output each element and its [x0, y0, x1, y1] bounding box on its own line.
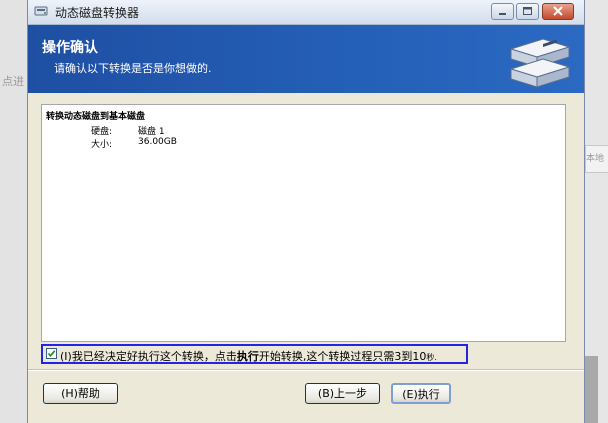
size-label: 大小: — [91, 140, 113, 150]
disk-value: 磁盘 1 — [138, 127, 165, 137]
confirm-label: (I)我已经决定好执行这个转换，点击执行开始转换,这个转换过程只需3到10秒. — [60, 348, 437, 364]
hard-disk-icon — [509, 38, 571, 88]
dialog-window: 动态磁盘转换器 操作确认 请确认以下转换是否是你想做的. 转换动态磁盘到基本磁盘… — [27, 0, 585, 423]
checkmark-icon — [47, 350, 56, 358]
confirm-checkbox-row[interactable]: (I)我已经决定好执行这个转换，点击执行开始转换,这个转换过程只需3到10秒. — [41, 344, 468, 364]
page-subtitle: 请确认以下转换是否是你想做的. — [54, 62, 212, 75]
execute-button[interactable]: (E)执行 — [391, 383, 451, 404]
help-button[interactable]: (H)帮助 — [43, 383, 118, 404]
confirm-text-middle: 开始转换,这个转换过程只需3到10 — [258, 350, 427, 363]
previous-button[interactable]: (B)上一步 — [305, 383, 380, 404]
size-value: 36.00GB — [138, 137, 177, 147]
maximize-icon — [523, 7, 532, 15]
background-partial-button-right: 本地 — [585, 145, 608, 173]
disk-label: 硬盘: — [91, 127, 113, 137]
background-partial-text-left: 点进 — [2, 75, 24, 88]
title-bar[interactable]: 动态磁盘转换器 — [28, 0, 584, 25]
page-title: 操作确认 — [42, 40, 98, 56]
details-panel: 转换动态磁盘到基本磁盘 硬盘: 磁盘 1 大小: 36.00GB — [41, 104, 566, 342]
close-icon — [553, 6, 563, 16]
maximize-button[interactable] — [516, 3, 539, 20]
confirm-text-bold: 执行 — [236, 350, 259, 363]
confirm-text-prefix: (I)我已经决定好执行这个转换，点击 — [60, 350, 237, 363]
button-divider — [28, 369, 584, 371]
minimize-button[interactable] — [491, 3, 514, 20]
details-section-title: 转换动态磁盘到基本磁盘 — [46, 112, 146, 122]
background-left-panel — [0, 0, 30, 423]
close-button[interactable] — [542, 3, 574, 20]
header-banner: 操作确认 请确认以下转换是否是你想做的. — [28, 25, 584, 93]
app-icon — [34, 6, 48, 16]
window-title: 动态磁盘转换器 — [55, 6, 140, 20]
confirm-text-tail: 秒. — [426, 353, 437, 362]
confirm-checkbox[interactable] — [46, 348, 57, 359]
minimize-icon — [499, 13, 506, 15]
